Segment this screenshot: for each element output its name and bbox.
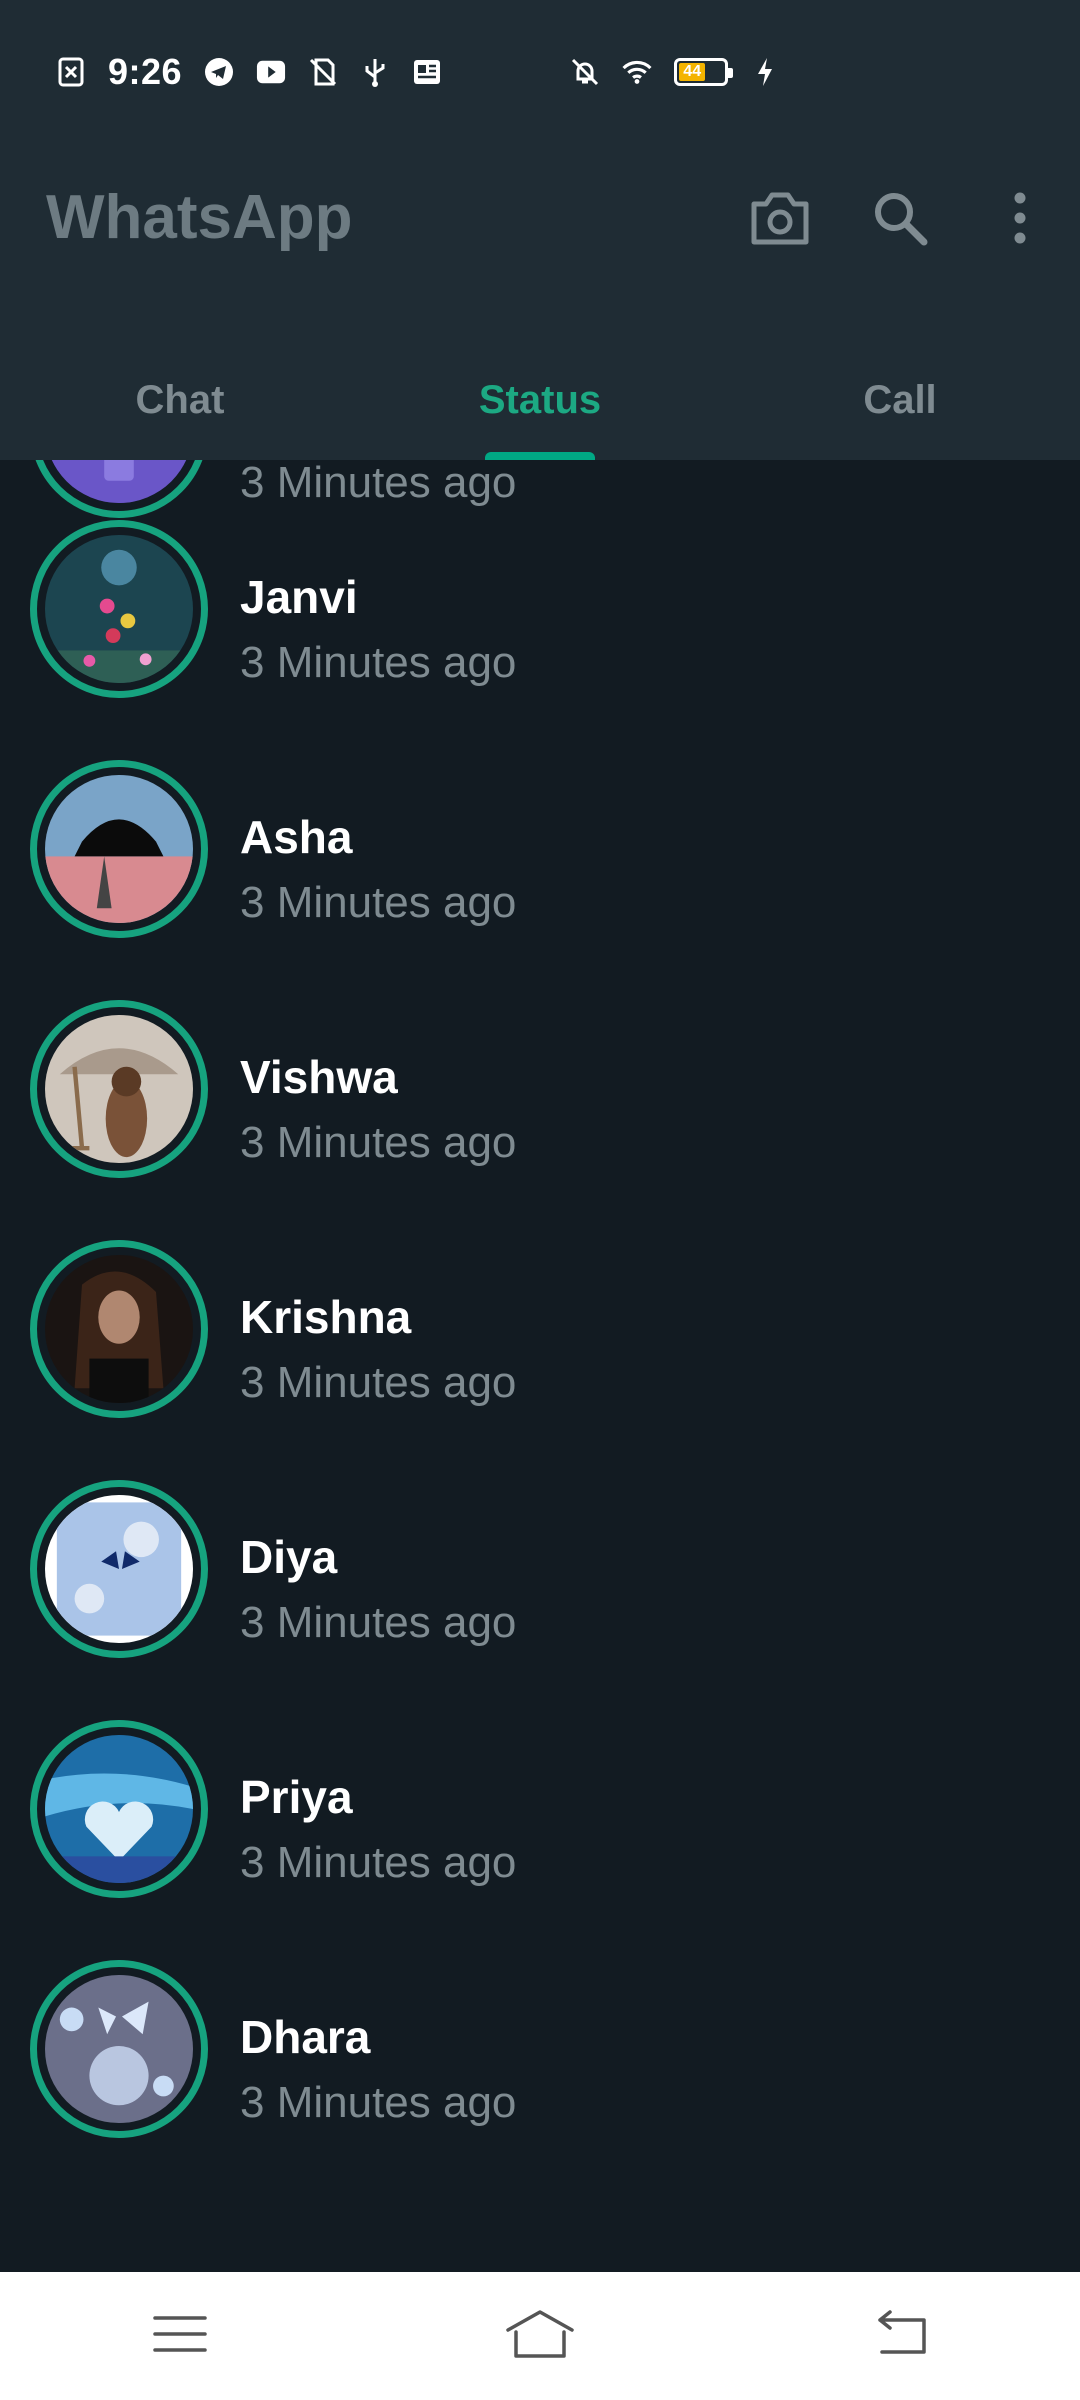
tab-bar: Chat Status Call [0,340,1080,460]
status-bar-right: 44 [570,50,780,94]
status-ring [30,520,208,698]
app-bar: WhatsApp Chat Status Call [0,120,1080,460]
more-options-button[interactable] [960,170,1080,270]
app-bar-actions [720,170,1080,270]
telegram-icon [204,57,234,87]
status-time-ago: 3 Minutes ago [240,638,517,687]
avatar [45,775,193,923]
list-item[interactable]: Asha 3 Minutes ago [0,700,1080,940]
status-time-ago: 3 Minutes ago [240,1118,517,1167]
contact-name: Diya [240,1531,338,1583]
list-item[interactable]: Janvi 3 Minutes ago [0,460,1080,700]
avatar [45,1495,193,1643]
screenshot-icon [56,57,86,87]
status-time-ago: 3 Minutes ago [240,1598,517,1647]
contact-name: Dhara [240,2011,371,2063]
avatar [45,1015,193,1163]
more-options-icon [1010,190,1030,251]
camera-icon [748,190,812,251]
status-ring [30,1000,208,1178]
status-time-ago: 3 Minutes ago [240,878,517,927]
contact-name: Priya [240,1771,353,1823]
charging-icon [750,57,780,87]
contact-name: Krishna [240,1291,412,1343]
list-item[interactable]: Priya 3 Minutes ago [0,1660,1080,1900]
search-button[interactable] [840,170,960,270]
camera-button[interactable] [720,170,840,270]
status-ring [30,1240,208,1418]
tab-call-label: Call [863,377,937,422]
tab-status[interactable]: Status [360,340,720,460]
tab-call[interactable]: Call [720,340,1080,460]
home-icon [504,2308,576,2365]
wifi-icon [622,57,652,87]
back-icon [872,2309,928,2363]
list-item[interactable]: Dhara 3 Minutes ago [0,1900,1080,2140]
active-tab-indicator [485,452,595,460]
status-time: 9:26 [108,51,183,92]
status-list[interactable]: 3 Minutes ago Janvi 3 Minutes ago Asha 3… [0,460,1080,2272]
status-ring [30,1480,208,1658]
status-bar: 9:26 44 [0,0,1080,120]
search-icon [870,188,930,253]
status-time-ago: 3 Minutes ago [240,2078,517,2127]
usb-icon [360,57,390,87]
avatar [45,1255,193,1403]
avatar [45,535,193,683]
status-time-ago: 3 Minutes ago [240,1838,517,1887]
list-item[interactable]: Vishwa 3 Minutes ago [0,940,1080,1180]
list-item[interactable]: Diya 3 Minutes ago [0,1420,1080,1660]
contact-name: Janvi [240,571,358,623]
list-item[interactable]: Krishna 3 Minutes ago [0,1180,1080,1420]
home-button[interactable] [360,2272,720,2400]
battery-level: 44 [679,63,706,81]
status-time-ago: 3 Minutes ago [240,1358,517,1407]
tab-status-label: Status [478,377,602,422]
back-button[interactable] [720,2272,1080,2400]
avatar [45,1735,193,1883]
app-title: WhatsApp [46,183,353,252]
status-ring [30,760,208,938]
status-bar-left: 9:26 [56,50,442,94]
avatar [45,1975,193,2123]
tab-chat-label: Chat [135,377,225,422]
menu-button[interactable] [0,2272,360,2400]
no-sim-icon [308,57,338,87]
battery-icon: 44 [674,58,733,86]
menu-icon [153,2312,207,2361]
status-ring [30,1720,208,1898]
tab-chat[interactable]: Chat [0,340,360,460]
system-nav-bar [0,2272,1080,2400]
status-ring [30,1960,208,2138]
contact-name: Asha [240,811,353,863]
mute-icon [570,57,600,87]
youtube-icon [256,57,286,87]
contact-name: Vishwa [240,1051,398,1103]
news-icon [412,57,442,87]
